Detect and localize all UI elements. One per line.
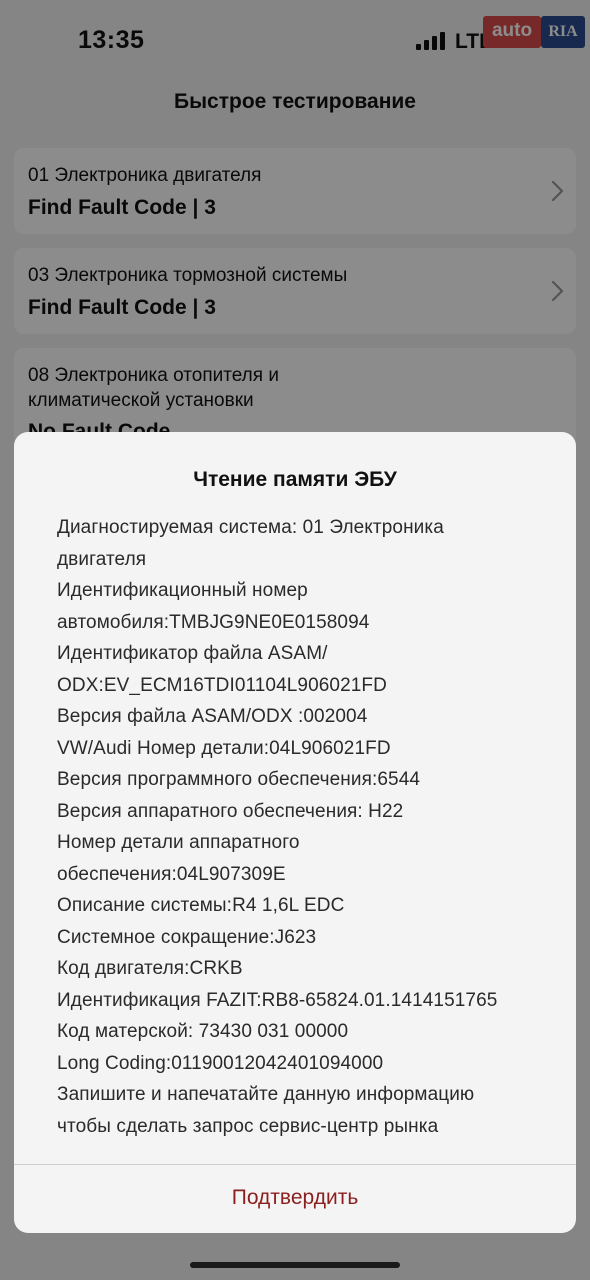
dialog-line: Идентификация FAZIT:RB8-65824.01.1414151… xyxy=(57,989,498,1011)
home-indicator[interactable] xyxy=(190,1262,400,1268)
dialog-line: Описание системы:R4 1,6L EDC xyxy=(57,895,345,916)
dialog-line: Системное сокращение:J623 xyxy=(57,926,317,948)
dialog-line: Запишите и напечатайте данную информацию xyxy=(57,1084,475,1105)
dialog-line: обеспечения:04L907309E xyxy=(57,863,286,885)
dialog-line: ODX:EV_ECM16TDI01104L906021FD xyxy=(57,674,387,696)
ecu-memory-dialog: Чтение памяти ЭБУ Диагностируемая систем… xyxy=(14,432,576,1233)
dialog-line: Идентификационный номер xyxy=(57,580,308,601)
dialog-line: Версия программного обеспечения:6544 xyxy=(57,769,421,790)
dialog-line: Версия аппаратного обеспечения: H22 xyxy=(57,800,404,822)
dialog-line: Код матерской: 73430 031 00000 xyxy=(57,1021,349,1042)
dialog-line: чтобы сделать запрос сервис-центр рынка xyxy=(57,1115,439,1137)
confirm-button[interactable]: Подтвердить xyxy=(14,1165,576,1233)
dialog-line: Код двигателя:CRKB xyxy=(57,958,243,979)
dialog-line: Версия файла ASAM/ODX :002004 xyxy=(57,706,368,727)
dialog-line: двигателя xyxy=(57,548,147,570)
dialog-line: Номер детали аппаратного xyxy=(57,832,300,853)
dialog-title: Чтение памяти ЭБУ xyxy=(193,468,397,491)
dialog-message: Диагностируемая система: 01 Электроника … xyxy=(57,512,557,1142)
dialog-line: Идентификатор файла ASAM/ xyxy=(57,643,328,664)
dialog-line: автомобиля:TMBJG9NE0E0158094 xyxy=(57,611,370,633)
dialog-line: VW/Audi Номер детали:04L906021FD xyxy=(57,737,391,759)
dialog-line: Диагностируемая система: 01 Электроника xyxy=(57,517,444,538)
dialog-line: Long Coding:0119001204240109400​0 xyxy=(57,1052,384,1074)
